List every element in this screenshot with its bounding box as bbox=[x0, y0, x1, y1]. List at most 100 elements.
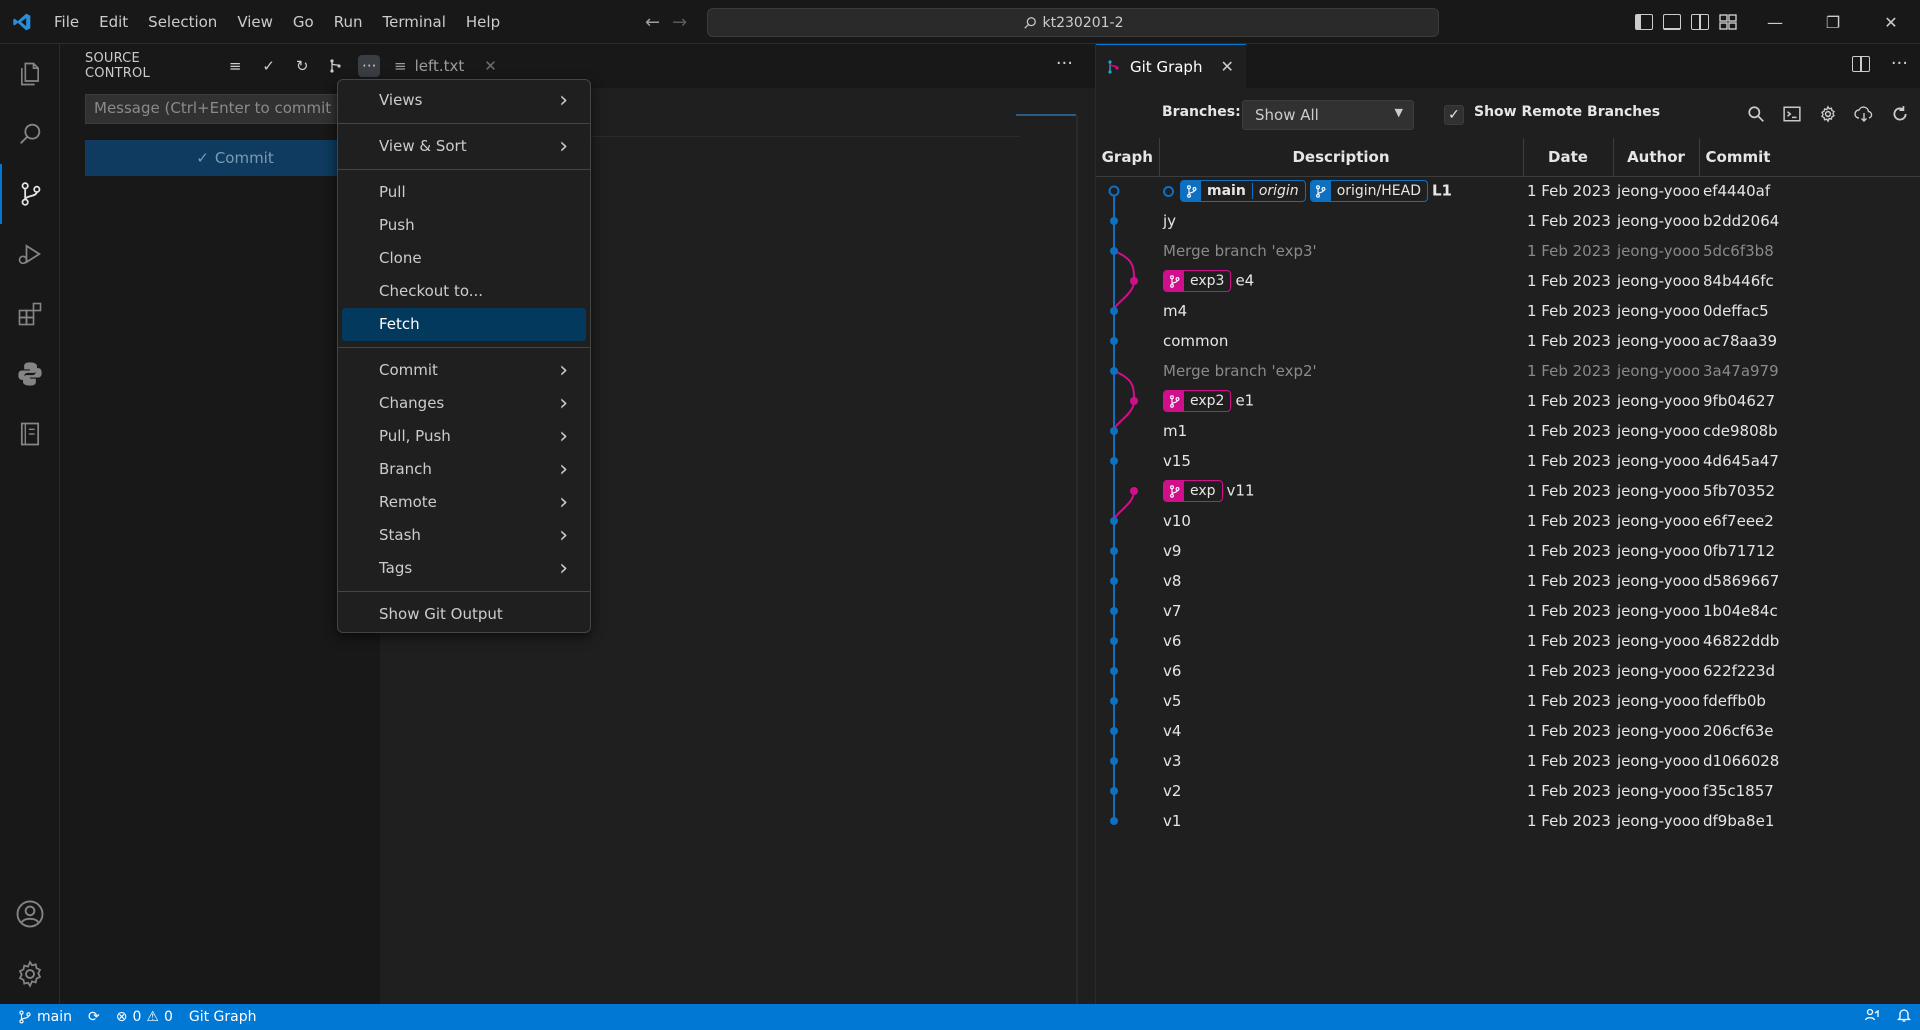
find-icon[interactable] bbox=[1745, 103, 1767, 125]
explorer-icon[interactable] bbox=[0, 44, 60, 104]
refresh-icon[interactable]: ↻ bbox=[291, 55, 313, 77]
problems-status[interactable]: ⊗ 0 ⚠ 0 bbox=[108, 1004, 181, 1030]
commit-row[interactable]: v6 1 Feb 2023 ...jeong-yooon46822ddb bbox=[1096, 626, 1920, 656]
commit-row[interactable]: m4 1 Feb 2023 ...jeong-yooon0deffac5 bbox=[1096, 296, 1920, 326]
menu-item-fetch[interactable]: Fetch bbox=[342, 308, 586, 341]
close-tab-icon[interactable]: ✕ bbox=[484, 57, 497, 75]
commit-row[interactable]: v15 1 Feb 2023 ...jeong-yooon4d645a47 bbox=[1096, 446, 1920, 476]
commit-row[interactable]: Merge branch 'exp3' 1 Feb 2023 ...jeong-y… bbox=[1096, 236, 1920, 266]
extensions-icon[interactable] bbox=[0, 284, 60, 344]
status-branch[interactable]: main bbox=[0, 1004, 80, 1030]
column-header-graph[interactable]: Graph bbox=[1096, 138, 1160, 177]
menu-help[interactable]: Help bbox=[456, 0, 510, 44]
branch-ref-badge[interactable]: origin/HEAD bbox=[1309, 180, 1428, 203]
menu-item-show-git-output[interactable]: Show Git Output bbox=[342, 598, 586, 631]
commit-row[interactable]: v7 1 Feb 2023 ...jeong-yooon1b04e84c bbox=[1096, 596, 1920, 626]
column-header-description[interactable]: Description bbox=[1159, 138, 1524, 177]
menu-item-views[interactable]: Views › bbox=[342, 84, 586, 117]
status-git-graph[interactable]: Git Graph bbox=[181, 1004, 265, 1030]
menu-item-commit[interactable]: Commit › bbox=[342, 354, 586, 387]
menu-edit[interactable]: Edit bbox=[89, 0, 138, 44]
git-graph-view-icon[interactable] bbox=[325, 55, 347, 77]
run-debug-icon[interactable] bbox=[0, 224, 60, 284]
commit-row[interactable]: v1 1 Feb 2023 ...jeong-yooondf9ba8e1 bbox=[1096, 806, 1920, 836]
menu-item-branch[interactable]: Branch › bbox=[342, 453, 586, 486]
menu-terminal[interactable]: Terminal bbox=[373, 0, 456, 44]
commit-row[interactable]: v8 1 Feb 2023 ...jeong-yooond5869667 bbox=[1096, 566, 1920, 596]
tab-git-graph[interactable]: Git Graph ✕ bbox=[1096, 44, 1246, 88]
notifications-bell-icon[interactable] bbox=[1896, 1007, 1912, 1027]
branch-ref-badge[interactable]: exp bbox=[1163, 480, 1223, 502]
commit-row[interactable]: m1 1 Feb 2023 ...jeong-yoooncde9808b bbox=[1096, 416, 1920, 446]
refresh-graph-icon[interactable] bbox=[1889, 103, 1911, 125]
menu-item-pull-push[interactable]: Pull, Push › bbox=[342, 420, 586, 453]
branch-ref-badge[interactable]: exp3 bbox=[1163, 270, 1232, 292]
forward-arrow-icon[interactable]: → bbox=[672, 12, 687, 33]
live-share-icon[interactable] bbox=[1864, 1007, 1880, 1027]
menu-view[interactable]: View bbox=[227, 0, 283, 44]
editor-more-actions-icon[interactable]: ··· bbox=[1056, 44, 1073, 88]
menu-item-tags[interactable]: Tags › bbox=[342, 552, 586, 585]
commit-row[interactable]: v3 1 Feb 2023 ...jeong-yooond1066028 bbox=[1096, 746, 1920, 776]
source-control-icon[interactable] bbox=[0, 164, 60, 224]
manage-gear-icon[interactable] bbox=[0, 944, 60, 1004]
commit-row[interactable]: exp3 e4 1 Feb 2023 ...jeong-yooon84b446fc bbox=[1096, 266, 1920, 296]
chevron-right-icon: › bbox=[559, 424, 568, 449]
commit-row[interactable]: main origin origin/HEAD L1 1 Feb 2023 ...jeo… bbox=[1096, 176, 1920, 206]
commit-row[interactable]: v4 1 Feb 2023 ...jeong-yooon206cf63e bbox=[1096, 716, 1920, 746]
search-activity-icon[interactable] bbox=[0, 104, 60, 164]
commit-check-icon[interactable]: ✓ bbox=[258, 55, 280, 77]
commit-row[interactable]: common 1 Feb 2023 ...jeong-yooonac78aa39 bbox=[1096, 326, 1920, 356]
commit-row[interactable]: exp2 e1 1 Feb 2023 ...jeong-yooon9fb04627 bbox=[1096, 386, 1920, 416]
menu-run[interactable]: Run bbox=[324, 0, 373, 44]
branches-dropdown[interactable]: Show All ▼ bbox=[1242, 100, 1414, 130]
panel-more-actions-icon[interactable]: ··· bbox=[1891, 44, 1908, 88]
menu-selection[interactable]: Selection bbox=[138, 0, 227, 44]
close-tab-icon[interactable]: ✕ bbox=[1220, 57, 1233, 76]
commit-row[interactable]: exp v11 1 Feb 2023 ...jeong-yooon5fb70352 bbox=[1096, 476, 1920, 506]
column-header-commit[interactable]: Commit bbox=[1699, 138, 1920, 177]
column-header-date[interactable]: Date bbox=[1523, 138, 1614, 177]
column-header-author[interactable]: Author bbox=[1613, 138, 1700, 177]
fetch-cloud-icon[interactable] bbox=[1853, 103, 1875, 125]
menu-item-checkout-to[interactable]: Checkout to... bbox=[342, 275, 586, 308]
close-window-button[interactable]: ✕ bbox=[1862, 0, 1920, 44]
menu-file[interactable]: File bbox=[44, 0, 89, 44]
terminal-icon[interactable] bbox=[1781, 103, 1803, 125]
editor-scrollbar[interactable] bbox=[1076, 116, 1078, 1004]
commit-row[interactable]: v6 1 Feb 2023 ...jeong-yooon622f223d bbox=[1096, 656, 1920, 686]
notebook-icon[interactable] bbox=[0, 404, 60, 464]
minimize-button[interactable]: — bbox=[1746, 0, 1804, 44]
menu-item-clone[interactable]: Clone bbox=[342, 242, 586, 275]
command-center-search[interactable]: kt230201-2 bbox=[707, 8, 1439, 37]
menu-item-stash[interactable]: Stash › bbox=[342, 519, 586, 552]
menu-item-changes[interactable]: Changes › bbox=[342, 387, 586, 420]
commit-row[interactable]: v10 1 Feb 2023 ...jeong-yooone6f7eee2 bbox=[1096, 506, 1920, 536]
more-actions-button[interactable]: ··· bbox=[358, 55, 380, 77]
python-icon[interactable] bbox=[0, 344, 60, 404]
commit-row[interactable]: Merge branch 'exp2' 1 Feb 2023 ...jeong-y… bbox=[1096, 356, 1920, 386]
menu-go[interactable]: Go bbox=[283, 0, 324, 44]
customize-layout-icon[interactable] bbox=[1719, 14, 1737, 30]
branch-ref-badge[interactable]: exp2 bbox=[1163, 390, 1232, 412]
split-editor-icon[interactable] bbox=[1852, 56, 1870, 72]
toggle-primary-sidebar-icon[interactable] bbox=[1635, 14, 1653, 30]
settings-gear-icon[interactable] bbox=[1817, 103, 1839, 125]
back-arrow-icon[interactable]: ← bbox=[645, 12, 660, 33]
menu-item-push[interactable]: Push bbox=[342, 209, 586, 242]
show-remote-branches-checkbox[interactable]: ✓ bbox=[1444, 105, 1464, 125]
commit-row[interactable]: v9 1 Feb 2023 ...jeong-yooon0fb71712 bbox=[1096, 536, 1920, 566]
commit-row[interactable]: jy 1 Feb 2023 ...jeong-yooonb2dd2064 bbox=[1096, 206, 1920, 236]
view-as-tree-icon[interactable]: ≡ bbox=[224, 55, 246, 77]
menu-item-pull[interactable]: Pull bbox=[342, 176, 586, 209]
commit-row[interactable]: v5 1 Feb 2023 ...jeong-yooonfdeffb0b bbox=[1096, 686, 1920, 716]
accounts-icon[interactable] bbox=[0, 884, 60, 944]
toggle-panel-icon[interactable] bbox=[1663, 14, 1681, 30]
toggle-secondary-sidebar-icon[interactable] bbox=[1691, 14, 1709, 30]
branch-ref-badge[interactable]: main origin bbox=[1180, 180, 1306, 203]
commit-row[interactable]: v2 1 Feb 2023 ...jeong-yooonf35c1857 bbox=[1096, 776, 1920, 806]
sync-button[interactable]: ⟳ bbox=[80, 1004, 108, 1030]
menu-item-view-sort[interactable]: View & Sort › bbox=[342, 130, 586, 163]
restore-button[interactable]: ❐ bbox=[1804, 0, 1862, 44]
menu-item-remote[interactable]: Remote › bbox=[342, 486, 586, 519]
